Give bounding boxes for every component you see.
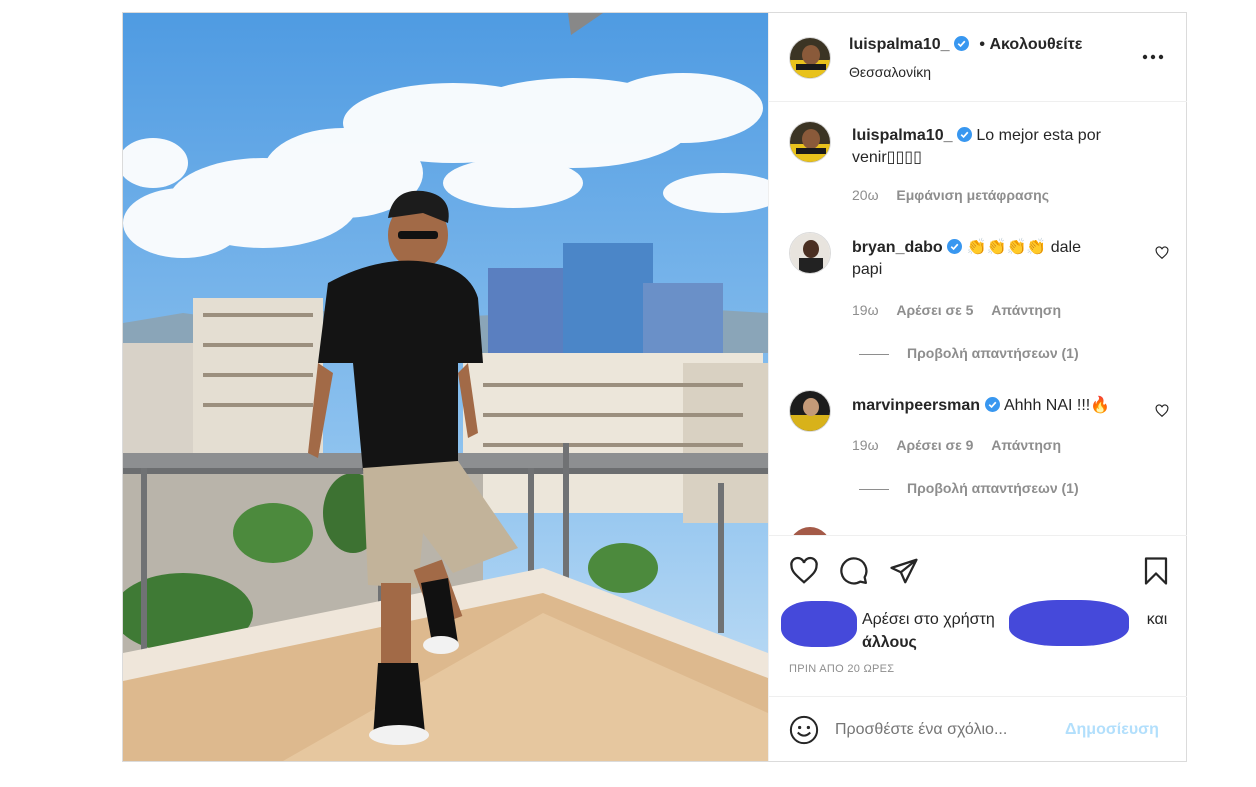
heart-icon[interactable] bbox=[789, 556, 819, 586]
replies-divider bbox=[859, 488, 889, 490]
view-replies-button[interactable]: Προβολή απαντήσεων (1) bbox=[859, 480, 1079, 496]
author-username[interactable]: luispalma10_ bbox=[849, 36, 950, 53]
comment-time[interactable]: 19ω bbox=[852, 302, 879, 318]
comment-icon[interactable] bbox=[839, 556, 869, 586]
post-side-panel: luispalma10_ • Ακολουθείτε Θεσσαλονίκη l… bbox=[768, 13, 1187, 761]
bookmark-icon[interactable] bbox=[1141, 556, 1171, 586]
photo-illustration bbox=[123, 13, 768, 761]
replies-divider bbox=[859, 353, 889, 355]
redacted-username-scribble bbox=[1009, 600, 1129, 646]
likes-prefix: Αρέσει στο χρήστη bbox=[862, 611, 995, 628]
paper-plane-icon[interactable] bbox=[889, 556, 919, 586]
caption-time[interactable]: 20ω bbox=[852, 187, 879, 203]
post-photo[interactable] bbox=[123, 13, 768, 761]
verified-badge-icon bbox=[984, 397, 1000, 412]
comment-username[interactable]: bryan_dabo bbox=[852, 239, 943, 256]
verified-badge-icon bbox=[947, 239, 963, 254]
comment-text-line1: 👏👏👏👏 dale bbox=[966, 239, 1081, 256]
likes-others[interactable]: άλλους bbox=[862, 634, 917, 651]
likes-suffix: και bbox=[1146, 611, 1168, 628]
post-location[interactable]: Θεσσαλονίκη bbox=[849, 64, 931, 80]
caption-meta: 20ω Εμφάνιση μετάφρασης bbox=[852, 187, 1049, 203]
caption-text-line2: venir▯▯▯▯ bbox=[852, 149, 922, 166]
redacted-avatar-scribble bbox=[781, 601, 857, 647]
comment-text-line2: papi bbox=[852, 261, 883, 278]
reply-button[interactable]: Απάντηση bbox=[991, 437, 1061, 453]
view-replies-button[interactable]: Προβολή απαντήσεων (1) bbox=[859, 345, 1079, 361]
comment-text: Ahhh NAI !!!🔥 bbox=[1003, 397, 1111, 414]
caption-text-line1: Lo mejor esta por bbox=[976, 127, 1101, 144]
view-replies-label: Προβολή απαντήσεων (1) bbox=[907, 345, 1079, 361]
verified-badge-icon bbox=[956, 127, 972, 142]
post-comment-button[interactable]: Δημοσίευση bbox=[1065, 721, 1159, 739]
comment-likes[interactable]: Αρέσει σε 5 bbox=[896, 302, 973, 318]
comment-meta: 19ω Αρέσει σε 5 Απάντηση bbox=[852, 302, 1061, 318]
comment-body: marvinpeersman Ahhh NAI !!!🔥 bbox=[852, 395, 1152, 417]
comment-like-heart-icon[interactable] bbox=[1155, 246, 1169, 260]
instagram-post: luispalma10_ • Ακολουθείτε Θεσσαλονίκη l… bbox=[122, 12, 1187, 762]
comment-input[interactable] bbox=[835, 718, 1065, 742]
comment-body: bryan_dabo 👏👏👏👏 dale papi bbox=[852, 237, 1152, 281]
comment-meta: 19ω Αρέσει σε 9 Απάντηση bbox=[852, 437, 1061, 453]
emoji-icon[interactable] bbox=[789, 715, 819, 745]
follow-status[interactable]: • Ακολουθείτε bbox=[979, 36, 1082, 53]
caption: luispalma10_ Lo mejor esta por venir▯▯▯▯ bbox=[852, 125, 1152, 169]
view-replies-label: Προβολή απαντήσεων (1) bbox=[907, 480, 1079, 496]
author-avatar[interactable] bbox=[789, 37, 831, 79]
comment-username[interactable]: marvinpeersman bbox=[852, 397, 980, 414]
more-options-icon[interactable] bbox=[1142, 53, 1164, 61]
post-header: luispalma10_ • Ακολουθείτε Θεσσαλονίκη bbox=[769, 13, 1187, 102]
comment-avatar bbox=[789, 527, 831, 535]
post-actions: Αρέσει στο χρήστη και άλλους ΠΡΙΝ ΑΠΟ 20 … bbox=[769, 535, 1187, 695]
add-comment-bar: Δημοσίευση bbox=[769, 696, 1187, 761]
comment-likes[interactable]: Αρέσει σε 9 bbox=[896, 437, 973, 453]
comment-time[interactable]: 19ω bbox=[852, 437, 879, 453]
post-timestamp[interactable]: ΠΡΙΝ ΑΠΟ 20 ΩΡΕΣ bbox=[789, 663, 894, 675]
comment-avatar[interactable] bbox=[789, 390, 831, 432]
caption-username[interactable]: luispalma10_ bbox=[852, 127, 953, 144]
verified-badge-icon bbox=[953, 36, 969, 51]
comment-avatar[interactable] bbox=[789, 232, 831, 274]
comment-like-heart-icon[interactable] bbox=[1155, 404, 1169, 418]
caption-avatar[interactable] bbox=[789, 121, 831, 163]
author-line: luispalma10_ • Ακολουθείτε bbox=[849, 36, 1082, 54]
reply-button[interactable]: Απάντηση bbox=[991, 302, 1061, 318]
show-translation-button[interactable]: Εμφάνιση μετάφρασης bbox=[896, 187, 1049, 203]
next-comment-peek bbox=[789, 527, 1169, 535]
